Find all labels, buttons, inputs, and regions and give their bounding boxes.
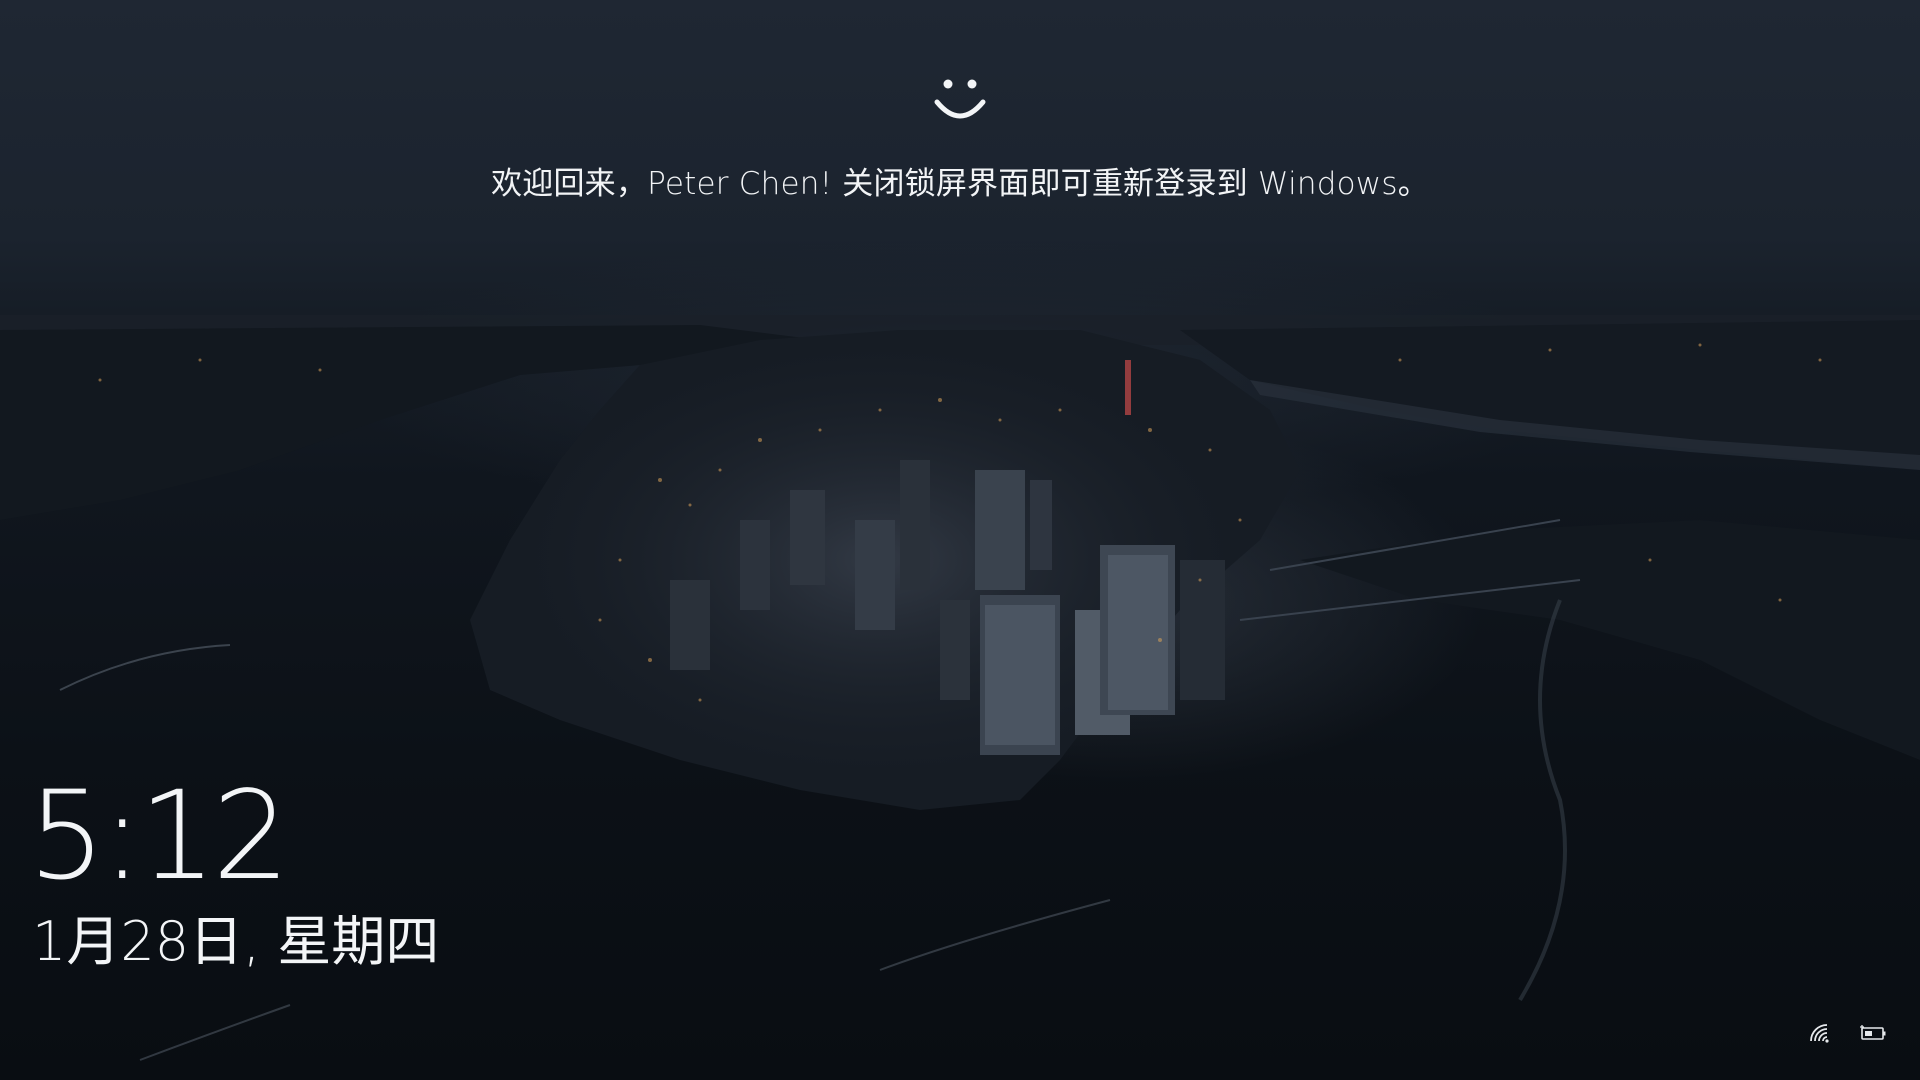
battery-charging-icon (1860, 1025, 1886, 1040)
network-icon (1810, 1024, 1829, 1043)
welcome-message: 欢迎回来，Peter Chen! 关闭锁屏界面即可重新登录到 Windows。 (491, 166, 1429, 202)
windows-hello-smiley-icon (934, 79, 986, 119)
battery-status[interactable] (1856, 1018, 1890, 1048)
lock-screen[interactable]: 欢迎回来，Peter Chen! 关闭锁屏界面即可重新登录到 Windows。 … (0, 0, 1920, 1080)
lock-screen-time: 5:12 (28, 765, 290, 907)
network-status[interactable] (1804, 1018, 1834, 1048)
lock-screen-date: 1月28日, 星期四 (32, 910, 440, 973)
